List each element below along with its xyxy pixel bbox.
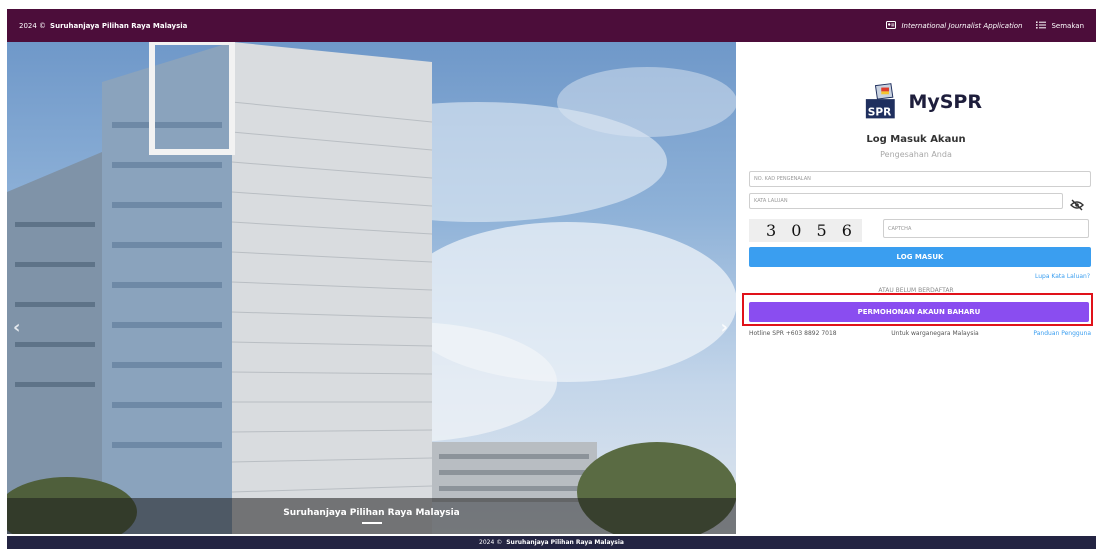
- footer-copyright-year: 2024 ©: [479, 539, 503, 546]
- journalist-application-link[interactable]: International Journalist Application: [886, 20, 1023, 31]
- brand-name: MySPR: [908, 91, 982, 113]
- svg-text:SPR: SPR: [868, 106, 892, 118]
- nric-input[interactable]: NO. KAD PENGENALAN: [749, 171, 1091, 187]
- id-card-icon: [886, 20, 897, 31]
- citizens-note: Untuk warganegara Malaysia: [891, 330, 979, 337]
- ballot-box-icon: SPR: [865, 83, 895, 118]
- journalist-application-label: International Journalist Application: [901, 21, 1023, 30]
- hero-carousel: ‹ › Suruhanjaya Pilihan Raya Malaysia: [7, 42, 736, 534]
- login-heading: Log Masuk Akaun: [866, 134, 966, 145]
- topbar-copyright-year: 2024 ©: [19, 21, 47, 30]
- captcha-input[interactable]: CAPTCHA: [883, 219, 1089, 238]
- topbar-org-name: Suruhanjaya Pilihan Raya Malaysia: [50, 21, 188, 30]
- carousel-indicator[interactable]: [361, 522, 382, 524]
- top-bar: 2024 © Suruhanjaya Pilihan Raya Malaysia…: [7, 9, 1096, 42]
- password-input[interactable]: KATA LALUAN: [749, 193, 1063, 209]
- login-button[interactable]: LOG MASUK: [749, 247, 1091, 267]
- login-panel: SPR MySPR Log Masuk Akaun Pengesahan And…: [736, 42, 1096, 534]
- footer-org-name: Suruhanjaya Pilihan Raya Malaysia: [506, 539, 624, 546]
- captcha-placeholder: CAPTCHA: [888, 225, 912, 232]
- user-guide-link[interactable]: Panduan Pengguna: [1033, 330, 1091, 337]
- logo: SPR MySPR: [862, 82, 982, 122]
- hero-caption: Suruhanjaya Pilihan Raya Malaysia: [7, 498, 736, 534]
- info-row: Hotline SPR +603 8892 7018 Untuk wargane…: [749, 330, 1091, 337]
- login-subheading: Pengesahan Anda: [880, 150, 952, 159]
- hotline-text: Hotline SPR +603 8892 7018: [749, 330, 837, 337]
- footer: 2024 © Suruhanjaya Pilihan Raya Malaysia: [7, 536, 1096, 549]
- chevron-left-icon[interactable]: ‹: [13, 317, 20, 338]
- semakan-label: Semakan: [1051, 21, 1084, 30]
- topbar-links: International Journalist Application Sem…: [886, 20, 1084, 31]
- list-icon: [1036, 21, 1047, 31]
- page: 2024 © Suruhanjaya Pilihan Raya Malaysia…: [0, 0, 1096, 549]
- topbar-copyright: 2024 © Suruhanjaya Pilihan Raya Malaysia: [19, 22, 187, 30]
- chevron-right-icon[interactable]: ›: [721, 317, 728, 338]
- captcha-image: 3 0 5 6: [749, 219, 862, 242]
- forgot-password-link[interactable]: Lupa Kata Laluan?: [1035, 273, 1090, 280]
- hero-building-image: [7, 42, 736, 534]
- nric-placeholder: NO. KAD PENGENALAN: [754, 176, 811, 182]
- eye-slash-icon[interactable]: [1070, 196, 1084, 211]
- password-placeholder: KATA LALUAN: [754, 198, 788, 204]
- register-account-button[interactable]: PERMOHONAN AKAUN BAHARU: [749, 302, 1089, 322]
- hero-caption-title: Suruhanjaya Pilihan Raya Malaysia: [283, 508, 460, 518]
- semakan-link[interactable]: Semakan: [1036, 21, 1084, 31]
- captcha-image-text: 3 0 5 6: [766, 221, 857, 240]
